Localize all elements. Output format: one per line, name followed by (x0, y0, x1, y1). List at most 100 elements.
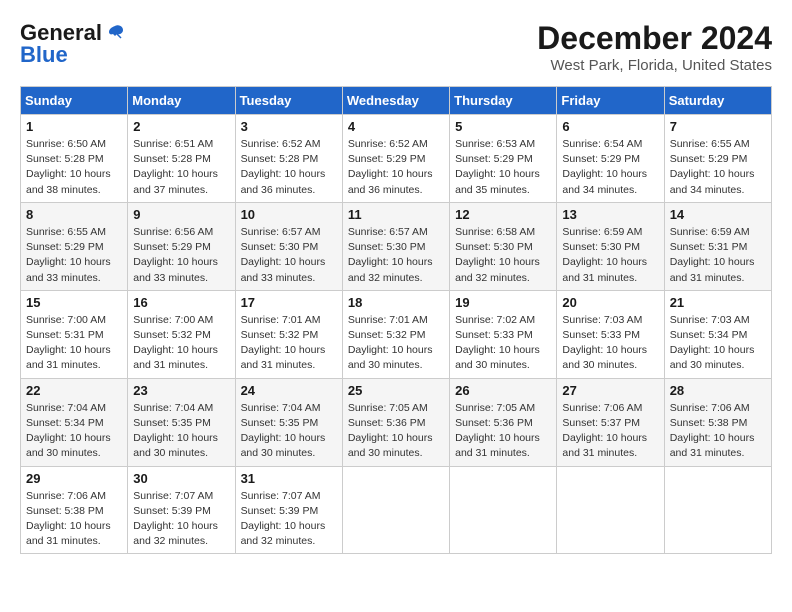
day-info: Sunrise: 7:05 AM Sunset: 5:36 PM Dayligh… (348, 401, 444, 462)
calendar-cell: 10 Sunrise: 6:57 AM Sunset: 5:30 PM Dayl… (235, 202, 342, 290)
day-number: 29 (26, 471, 122, 486)
calendar-cell: 2 Sunrise: 6:51 AM Sunset: 5:28 PM Dayli… (128, 115, 235, 203)
day-number: 15 (26, 295, 122, 310)
day-number: 16 (133, 295, 229, 310)
day-number: 30 (133, 471, 229, 486)
day-number: 4 (348, 119, 444, 134)
day-number: 28 (670, 383, 766, 398)
day-info: Sunrise: 7:06 AM Sunset: 5:38 PM Dayligh… (26, 489, 122, 550)
day-number: 11 (348, 207, 444, 222)
calendar-cell: 4 Sunrise: 6:52 AM Sunset: 5:29 PM Dayli… (342, 115, 449, 203)
logo-bird-icon (104, 22, 126, 44)
day-number: 31 (241, 471, 337, 486)
calendar-cell: 5 Sunrise: 6:53 AM Sunset: 5:29 PM Dayli… (450, 115, 557, 203)
calendar-week-3: 15 Sunrise: 7:00 AM Sunset: 5:31 PM Dayl… (21, 290, 772, 378)
day-info: Sunrise: 6:58 AM Sunset: 5:30 PM Dayligh… (455, 225, 551, 286)
day-info: Sunrise: 7:04 AM Sunset: 5:35 PM Dayligh… (241, 401, 337, 462)
day-number: 23 (133, 383, 229, 398)
calendar-cell: 12 Sunrise: 6:58 AM Sunset: 5:30 PM Dayl… (450, 202, 557, 290)
calendar-week-2: 8 Sunrise: 6:55 AM Sunset: 5:29 PM Dayli… (21, 202, 772, 290)
day-number: 13 (562, 207, 658, 222)
calendar-cell: 29 Sunrise: 7:06 AM Sunset: 5:38 PM Dayl… (21, 466, 128, 554)
day-info: Sunrise: 6:53 AM Sunset: 5:29 PM Dayligh… (455, 137, 551, 198)
day-number: 9 (133, 207, 229, 222)
day-number: 19 (455, 295, 551, 310)
calendar-cell: 15 Sunrise: 7:00 AM Sunset: 5:31 PM Dayl… (21, 290, 128, 378)
day-info: Sunrise: 7:01 AM Sunset: 5:32 PM Dayligh… (348, 313, 444, 374)
calendar-cell (450, 466, 557, 554)
day-info: Sunrise: 6:52 AM Sunset: 5:29 PM Dayligh… (348, 137, 444, 198)
calendar-cell: 20 Sunrise: 7:03 AM Sunset: 5:33 PM Dayl… (557, 290, 664, 378)
calendar-cell: 22 Sunrise: 7:04 AM Sunset: 5:34 PM Dayl… (21, 378, 128, 466)
calendar-cell: 23 Sunrise: 7:04 AM Sunset: 5:35 PM Dayl… (128, 378, 235, 466)
day-info: Sunrise: 7:05 AM Sunset: 5:36 PM Dayligh… (455, 401, 551, 462)
day-number: 17 (241, 295, 337, 310)
day-number: 21 (670, 295, 766, 310)
day-info: Sunrise: 7:00 AM Sunset: 5:31 PM Dayligh… (26, 313, 122, 374)
calendar-cell: 28 Sunrise: 7:06 AM Sunset: 5:38 PM Dayl… (664, 378, 771, 466)
calendar-week-4: 22 Sunrise: 7:04 AM Sunset: 5:34 PM Dayl… (21, 378, 772, 466)
header-friday: Friday (557, 87, 664, 115)
day-info: Sunrise: 7:04 AM Sunset: 5:35 PM Dayligh… (133, 401, 229, 462)
calendar-cell: 14 Sunrise: 6:59 AM Sunset: 5:31 PM Dayl… (664, 202, 771, 290)
day-number: 25 (348, 383, 444, 398)
day-info: Sunrise: 7:07 AM Sunset: 5:39 PM Dayligh… (241, 489, 337, 550)
day-number: 1 (26, 119, 122, 134)
header-thursday: Thursday (450, 87, 557, 115)
calendar-cell: 1 Sunrise: 6:50 AM Sunset: 5:28 PM Dayli… (21, 115, 128, 203)
calendar-cell: 7 Sunrise: 6:55 AM Sunset: 5:29 PM Dayli… (664, 115, 771, 203)
calendar-header-row: Sunday Monday Tuesday Wednesday Thursday… (21, 87, 772, 115)
day-info: Sunrise: 6:57 AM Sunset: 5:30 PM Dayligh… (241, 225, 337, 286)
day-number: 27 (562, 383, 658, 398)
day-info: Sunrise: 7:01 AM Sunset: 5:32 PM Dayligh… (241, 313, 337, 374)
day-number: 2 (133, 119, 229, 134)
day-number: 3 (241, 119, 337, 134)
calendar-cell: 25 Sunrise: 7:05 AM Sunset: 5:36 PM Dayl… (342, 378, 449, 466)
calendar-cell: 27 Sunrise: 7:06 AM Sunset: 5:37 PM Dayl… (557, 378, 664, 466)
day-number: 26 (455, 383, 551, 398)
calendar-cell: 18 Sunrise: 7:01 AM Sunset: 5:32 PM Dayl… (342, 290, 449, 378)
day-info: Sunrise: 7:06 AM Sunset: 5:37 PM Dayligh… (562, 401, 658, 462)
calendar-cell: 31 Sunrise: 7:07 AM Sunset: 5:39 PM Dayl… (235, 466, 342, 554)
day-info: Sunrise: 6:54 AM Sunset: 5:29 PM Dayligh… (562, 137, 658, 198)
calendar-cell: 11 Sunrise: 6:57 AM Sunset: 5:30 PM Dayl… (342, 202, 449, 290)
title-section: December 2024 West Park, Florida, United… (537, 20, 772, 74)
day-info: Sunrise: 6:51 AM Sunset: 5:28 PM Dayligh… (133, 137, 229, 198)
logo-blue: Blue (20, 42, 68, 68)
day-info: Sunrise: 7:03 AM Sunset: 5:34 PM Dayligh… (670, 313, 766, 374)
day-number: 10 (241, 207, 337, 222)
month-year-title: December 2024 (537, 20, 772, 57)
day-info: Sunrise: 7:03 AM Sunset: 5:33 PM Dayligh… (562, 313, 658, 374)
day-info: Sunrise: 6:59 AM Sunset: 5:31 PM Dayligh… (670, 225, 766, 286)
day-info: Sunrise: 6:55 AM Sunset: 5:29 PM Dayligh… (26, 225, 122, 286)
calendar-cell: 8 Sunrise: 6:55 AM Sunset: 5:29 PM Dayli… (21, 202, 128, 290)
calendar-cell: 26 Sunrise: 7:05 AM Sunset: 5:36 PM Dayl… (450, 378, 557, 466)
day-info: Sunrise: 7:00 AM Sunset: 5:32 PM Dayligh… (133, 313, 229, 374)
day-info: Sunrise: 7:07 AM Sunset: 5:39 PM Dayligh… (133, 489, 229, 550)
header-sunday: Sunday (21, 87, 128, 115)
day-info: Sunrise: 6:55 AM Sunset: 5:29 PM Dayligh… (670, 137, 766, 198)
day-number: 8 (26, 207, 122, 222)
day-info: Sunrise: 6:52 AM Sunset: 5:28 PM Dayligh… (241, 137, 337, 198)
day-info: Sunrise: 6:59 AM Sunset: 5:30 PM Dayligh… (562, 225, 658, 286)
header-tuesday: Tuesday (235, 87, 342, 115)
day-number: 5 (455, 119, 551, 134)
calendar-cell (664, 466, 771, 554)
day-number: 14 (670, 207, 766, 222)
header-wednesday: Wednesday (342, 87, 449, 115)
day-info: Sunrise: 7:06 AM Sunset: 5:38 PM Dayligh… (670, 401, 766, 462)
day-info: Sunrise: 6:50 AM Sunset: 5:28 PM Dayligh… (26, 137, 122, 198)
day-number: 12 (455, 207, 551, 222)
calendar-cell (342, 466, 449, 554)
day-info: Sunrise: 6:56 AM Sunset: 5:29 PM Dayligh… (133, 225, 229, 286)
day-number: 18 (348, 295, 444, 310)
day-number: 20 (562, 295, 658, 310)
day-info: Sunrise: 6:57 AM Sunset: 5:30 PM Dayligh… (348, 225, 444, 286)
calendar-cell: 6 Sunrise: 6:54 AM Sunset: 5:29 PM Dayli… (557, 115, 664, 203)
calendar-week-5: 29 Sunrise: 7:06 AM Sunset: 5:38 PM Dayl… (21, 466, 772, 554)
page-header: General Blue December 2024 West Park, Fl… (20, 20, 772, 74)
calendar-cell: 16 Sunrise: 7:00 AM Sunset: 5:32 PM Dayl… (128, 290, 235, 378)
day-info: Sunrise: 7:04 AM Sunset: 5:34 PM Dayligh… (26, 401, 122, 462)
calendar-cell: 3 Sunrise: 6:52 AM Sunset: 5:28 PM Dayli… (235, 115, 342, 203)
day-number: 7 (670, 119, 766, 134)
